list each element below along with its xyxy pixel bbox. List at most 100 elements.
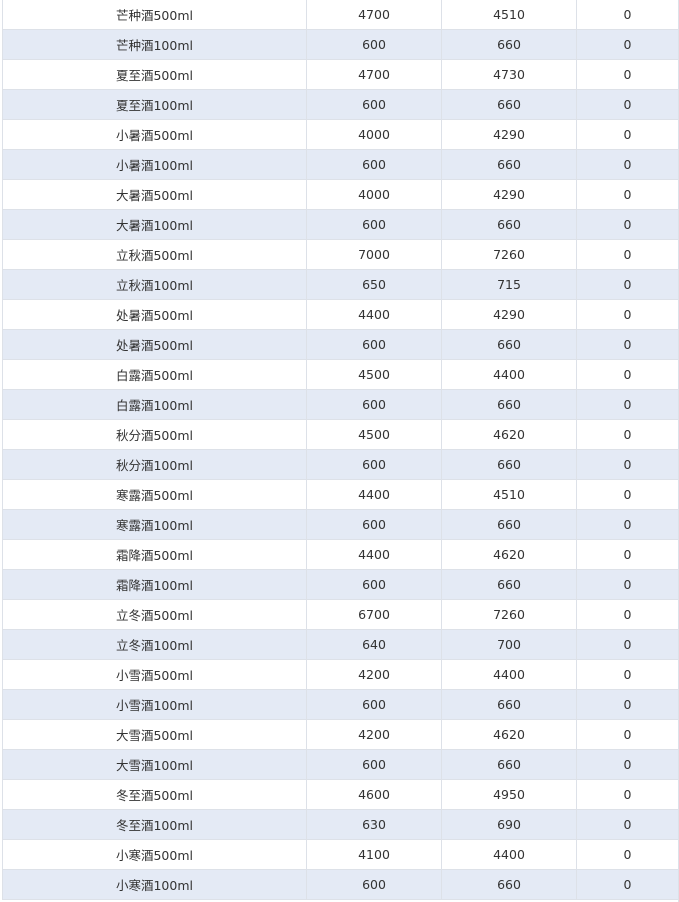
value-b-cell: 715	[441, 269, 577, 300]
value-a-cell: 4600	[306, 779, 442, 810]
value-b-cell: 700	[441, 629, 577, 660]
value-b-cell: 660	[441, 869, 577, 900]
product-name-cell: 秋分酒100ml	[2, 449, 307, 480]
value-a-cell: 600	[306, 449, 442, 480]
value-a-cell: 650	[306, 269, 442, 300]
value-b-cell: 4400	[441, 659, 577, 690]
table-row: 处暑酒500ml 4400 4290 0	[2, 299, 679, 330]
value-b-cell: 660	[441, 569, 577, 600]
product-name-cell: 立冬酒100ml	[2, 629, 307, 660]
product-name-cell: 冬至酒500ml	[2, 779, 307, 810]
table-row: 秋分酒500ml 4500 4620 0	[2, 419, 679, 450]
product-name-cell: 寒露酒100ml	[2, 509, 307, 540]
table-row: 芒种酒500ml 4700 4510 0	[2, 0, 679, 30]
value-a-cell: 4700	[306, 59, 442, 90]
value-c-cell: 0	[576, 59, 679, 90]
table-row: 小暑酒500ml 4000 4290 0	[2, 119, 679, 150]
value-a-cell: 600	[306, 209, 442, 240]
value-a-cell: 4100	[306, 839, 442, 870]
value-c-cell: 0	[576, 29, 679, 60]
value-a-cell: 4000	[306, 119, 442, 150]
value-a-cell: 4500	[306, 419, 442, 450]
table-row: 冬至酒500ml 4600 4950 0	[2, 779, 679, 810]
value-c-cell: 0	[576, 599, 679, 630]
value-c-cell: 0	[576, 449, 679, 480]
value-c-cell: 0	[576, 239, 679, 270]
value-a-cell: 640	[306, 629, 442, 660]
value-b-cell: 4620	[441, 419, 577, 450]
product-name-cell: 霜降酒100ml	[2, 569, 307, 600]
product-name-cell: 立秋酒100ml	[2, 269, 307, 300]
product-name-cell: 大雪酒500ml	[2, 719, 307, 750]
product-name-cell: 夏至酒100ml	[2, 89, 307, 120]
product-name-cell: 冬至酒100ml	[2, 809, 307, 840]
value-a-cell: 4400	[306, 539, 442, 570]
product-name-cell: 白露酒500ml	[2, 359, 307, 390]
value-a-cell: 600	[306, 329, 442, 360]
value-c-cell: 0	[576, 659, 679, 690]
table-row: 夏至酒500ml 4700 4730 0	[2, 59, 679, 90]
value-c-cell: 0	[576, 809, 679, 840]
value-a-cell: 600	[306, 749, 442, 780]
value-c-cell: 0	[576, 89, 679, 120]
table-row: 立秋酒100ml 650 715 0	[2, 269, 679, 300]
value-c-cell: 0	[576, 509, 679, 540]
value-a-cell: 4400	[306, 299, 442, 330]
value-b-cell: 4510	[441, 0, 577, 30]
value-b-cell: 4400	[441, 359, 577, 390]
value-b-cell: 660	[441, 209, 577, 240]
value-b-cell: 660	[441, 449, 577, 480]
price-table-container: 芒种酒500ml 4700 4510 0 芒种酒100ml 600 660 0 夏至酒500ml…	[0, 0, 679, 902]
value-c-cell: 0	[576, 389, 679, 420]
value-c-cell: 0	[576, 569, 679, 600]
value-a-cell: 4200	[306, 659, 442, 690]
value-c-cell: 0	[576, 0, 679, 30]
product-name-cell: 小暑酒100ml	[2, 149, 307, 180]
table-row: 寒露酒500ml 4400 4510 0	[2, 479, 679, 510]
product-name-cell: 芒种酒500ml	[2, 0, 307, 30]
table-row: 大暑酒500ml 4000 4290 0	[2, 179, 679, 210]
table-row: 大雪酒500ml 4200 4620 0	[2, 719, 679, 750]
product-name-cell: 霜降酒500ml	[2, 539, 307, 570]
value-b-cell: 4950	[441, 779, 577, 810]
product-name-cell: 白露酒100ml	[2, 389, 307, 420]
value-a-cell: 4200	[306, 719, 442, 750]
value-c-cell: 0	[576, 419, 679, 450]
value-b-cell: 4290	[441, 179, 577, 210]
price-table: 芒种酒500ml 4700 4510 0 芒种酒100ml 600 660 0 夏至酒500ml…	[2, 0, 679, 900]
value-c-cell: 0	[576, 269, 679, 300]
table-row: 小寒酒100ml 600 660 0	[2, 869, 679, 900]
value-c-cell: 0	[576, 539, 679, 570]
table-row: 大雪酒100ml 600 660 0	[2, 749, 679, 780]
value-a-cell: 600	[306, 389, 442, 420]
table-row: 冬至酒100ml 630 690 0	[2, 809, 679, 840]
value-b-cell: 660	[441, 689, 577, 720]
value-c-cell: 0	[576, 779, 679, 810]
table-row: 立冬酒100ml 640 700 0	[2, 629, 679, 660]
table-row: 夏至酒100ml 600 660 0	[2, 89, 679, 120]
value-a-cell: 600	[306, 149, 442, 180]
table-row: 小寒酒500ml 4100 4400 0	[2, 839, 679, 870]
value-b-cell: 7260	[441, 599, 577, 630]
value-b-cell: 660	[441, 149, 577, 180]
product-name-cell: 小暑酒500ml	[2, 119, 307, 150]
value-b-cell: 660	[441, 89, 577, 120]
value-b-cell: 660	[441, 29, 577, 60]
product-name-cell: 大雪酒100ml	[2, 749, 307, 780]
value-c-cell: 0	[576, 629, 679, 660]
value-c-cell: 0	[576, 479, 679, 510]
value-a-cell: 600	[306, 89, 442, 120]
value-a-cell: 4000	[306, 179, 442, 210]
value-b-cell: 660	[441, 509, 577, 540]
product-name-cell: 立秋酒500ml	[2, 239, 307, 270]
value-c-cell: 0	[576, 209, 679, 240]
table-row: 立秋酒500ml 7000 7260 0	[2, 239, 679, 270]
product-name-cell: 大暑酒100ml	[2, 209, 307, 240]
product-name-cell: 大暑酒500ml	[2, 179, 307, 210]
table-row: 霜降酒500ml 4400 4620 0	[2, 539, 679, 570]
value-b-cell: 4620	[441, 539, 577, 570]
value-a-cell: 600	[306, 569, 442, 600]
product-name-cell: 秋分酒500ml	[2, 419, 307, 450]
value-a-cell: 4700	[306, 0, 442, 30]
product-name-cell: 处暑酒500ml	[2, 329, 307, 360]
